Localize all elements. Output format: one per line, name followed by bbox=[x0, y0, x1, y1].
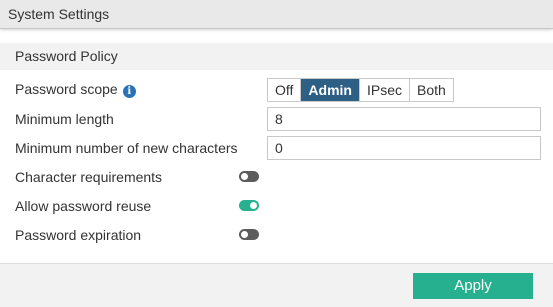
scope-option-admin[interactable]: Admin bbox=[301, 79, 360, 101]
password-expiration-label: Password expiration bbox=[15, 227, 142, 243]
minimum-length-label: Minimum length bbox=[15, 111, 114, 127]
scope-option-ipsec[interactable]: IPsec bbox=[360, 79, 410, 101]
toggle-knob bbox=[241, 231, 248, 238]
title-bar: System Settings bbox=[0, 0, 553, 29]
info-circle-icon[interactable]: i bbox=[122, 85, 136, 98]
minimum-length-input[interactable] bbox=[267, 107, 541, 131]
password-scope-selector: Off Admin IPsec Both bbox=[267, 78, 454, 102]
password-expiration-toggle[interactable] bbox=[239, 229, 259, 240]
window-title: System Settings bbox=[8, 6, 110, 22]
toggle-knob bbox=[250, 202, 257, 209]
allow-password-reuse-label: Allow password reuse bbox=[15, 198, 152, 214]
minimum-new-characters-input[interactable] bbox=[267, 136, 541, 160]
apply-button[interactable]: Apply bbox=[413, 273, 533, 299]
scope-option-off[interactable]: Off bbox=[268, 79, 302, 101]
toggle-knob bbox=[241, 173, 248, 180]
scope-option-both[interactable]: Both bbox=[410, 79, 453, 101]
minimum-new-characters-label: Minimum number of new characters bbox=[15, 140, 238, 156]
password-scope-label: Password scope bbox=[15, 81, 118, 97]
section-title: Password Policy bbox=[15, 48, 118, 64]
character-requirements-toggle[interactable] bbox=[239, 171, 259, 182]
password-scope-row: Password scope i bbox=[15, 81, 136, 98]
character-requirements-label: Character requirements bbox=[15, 169, 163, 185]
section-header: Password Policy bbox=[0, 43, 553, 70]
allow-password-reuse-toggle[interactable] bbox=[239, 200, 259, 211]
